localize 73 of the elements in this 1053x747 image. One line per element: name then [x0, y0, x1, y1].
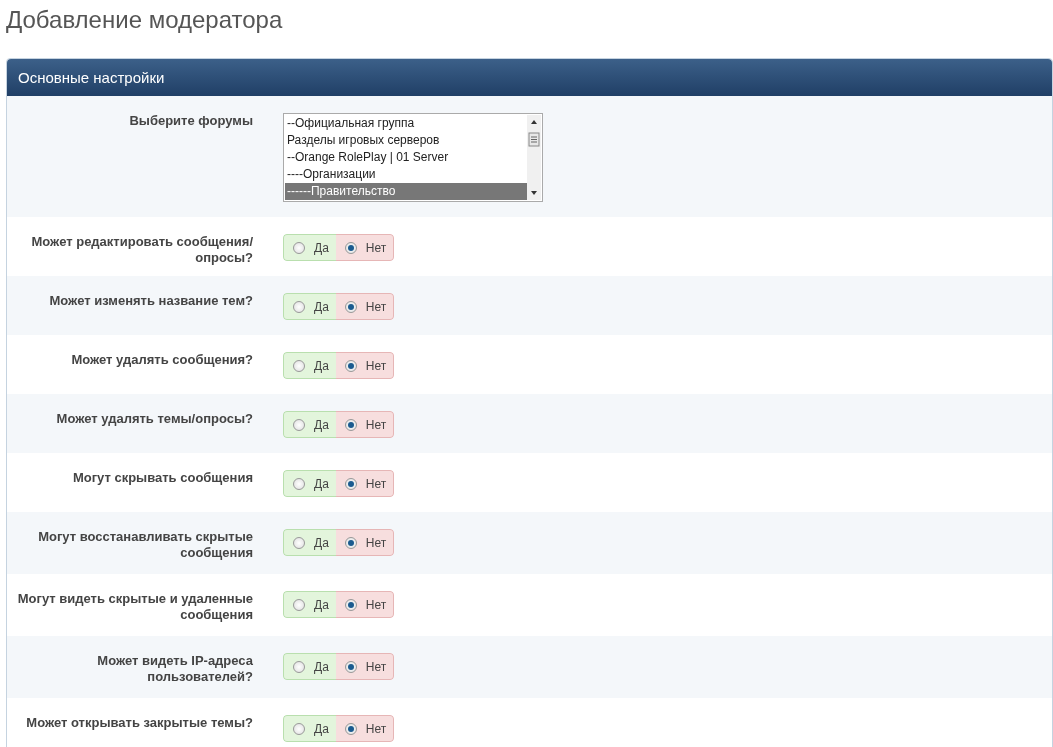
- option-label: Да: [314, 596, 329, 614]
- radio-option[interactable]: Да: [283, 591, 336, 618]
- radio-button[interactable]: [293, 722, 305, 735]
- scrollbar-drawing[interactable]: [527, 115, 541, 200]
- radio-option[interactable]: Нет: [335, 470, 395, 497]
- radio-button[interactable]: [344, 418, 357, 431]
- radio-option[interactable]: Нет: [335, 293, 395, 320]
- listbox-option[interactable]: ----Организации: [285, 166, 527, 183]
- radio-button[interactable]: [344, 536, 357, 549]
- option-label: Нет: [365, 357, 387, 375]
- listbox-option[interactable]: --Orange RolePlay | 01 Server: [285, 149, 527, 166]
- radio-button[interactable]: [344, 359, 357, 372]
- listbox-option[interactable]: ------Правительство: [285, 183, 527, 200]
- radio-button[interactable]: [293, 477, 305, 490]
- field-label: Может изменять название тем?: [48, 293, 253, 309]
- radio-option[interactable]: Нет: [335, 715, 395, 742]
- page-title: Добавление модератора: [6, 6, 284, 35]
- radio-button[interactable]: [344, 660, 357, 673]
- radio-option[interactable]: Нет: [335, 352, 395, 379]
- radio-option[interactable]: Да: [283, 411, 336, 438]
- radio-button[interactable]: [293, 418, 305, 431]
- radio-option[interactable]: Нет: [335, 653, 395, 680]
- field-label: Могут восстанавливать скрытые сообщения: [37, 529, 253, 561]
- radio-option[interactable]: Да: [283, 470, 336, 497]
- panel-header: Основные настройки: [7, 59, 1052, 96]
- option-label: Да: [314, 357, 329, 375]
- radio-button[interactable]: [293, 241, 305, 254]
- option-label: Нет: [365, 596, 387, 614]
- radio-button[interactable]: [293, 660, 305, 673]
- option-label: Нет: [365, 720, 387, 738]
- radio-option[interactable]: Да: [283, 234, 336, 261]
- option-label: Нет: [365, 298, 387, 316]
- radio-option[interactable]: Да: [283, 293, 336, 320]
- radio-button[interactable]: [344, 477, 357, 490]
- option-label: Нет: [365, 534, 387, 552]
- option-label: Да: [314, 720, 329, 738]
- radio-button[interactable]: [293, 598, 305, 611]
- field-label: Выберите форумы: [128, 113, 253, 129]
- option-label: Да: [314, 298, 329, 316]
- option-label: Нет: [365, 658, 387, 676]
- radio-option[interactable]: Да: [283, 529, 336, 556]
- radio-button[interactable]: [344, 300, 357, 313]
- option-label: Да: [314, 416, 329, 434]
- option-label: Нет: [365, 239, 387, 257]
- radio-option[interactable]: Нет: [335, 591, 395, 618]
- radio-option[interactable]: Да: [283, 352, 336, 379]
- option-label: Да: [314, 475, 329, 493]
- field-label: Может удалять сообщения?: [70, 352, 253, 368]
- radio-button[interactable]: [293, 359, 305, 372]
- radio-option[interactable]: Нет: [335, 411, 395, 438]
- radio-option[interactable]: Нет: [335, 529, 395, 556]
- option-label: Нет: [365, 416, 387, 434]
- forum-listbox[interactable]: --Официальная группа Разделы игровых серверов --Orange RolePlay | 01 Server ----Организации ------Правительство: [283, 113, 543, 202]
- option-label: Да: [314, 239, 329, 257]
- radio-button[interactable]: [293, 536, 305, 549]
- option-label: Да: [314, 658, 329, 676]
- radio-option[interactable]: Да: [283, 715, 336, 742]
- field-label: Может удалять темы/опросы?: [55, 411, 253, 427]
- field-label: Могут скрывать сообщения: [71, 470, 253, 486]
- radio-button[interactable]: [293, 300, 305, 313]
- radio-option[interactable]: Нет: [335, 234, 395, 261]
- field-label: Может открывать закрытые темы?: [25, 715, 253, 731]
- option-label: Нет: [365, 475, 387, 493]
- field-label: Может редактировать сообщения/опросы?: [30, 234, 253, 266]
- field-label: Может видеть IP-адреса пользователей?: [96, 653, 253, 685]
- radio-button[interactable]: [344, 598, 357, 611]
- radio-button[interactable]: [344, 722, 357, 735]
- listbox-option[interactable]: Разделы игровых серверов: [285, 132, 527, 149]
- radio-option[interactable]: Да: [283, 653, 336, 680]
- option-label: Да: [314, 534, 329, 552]
- radio-button[interactable]: [344, 241, 357, 254]
- listbox-option[interactable]: --Официальная группа: [285, 115, 527, 132]
- field-label: Могут видеть скрытые и удаленные сообщения: [16, 591, 253, 623]
